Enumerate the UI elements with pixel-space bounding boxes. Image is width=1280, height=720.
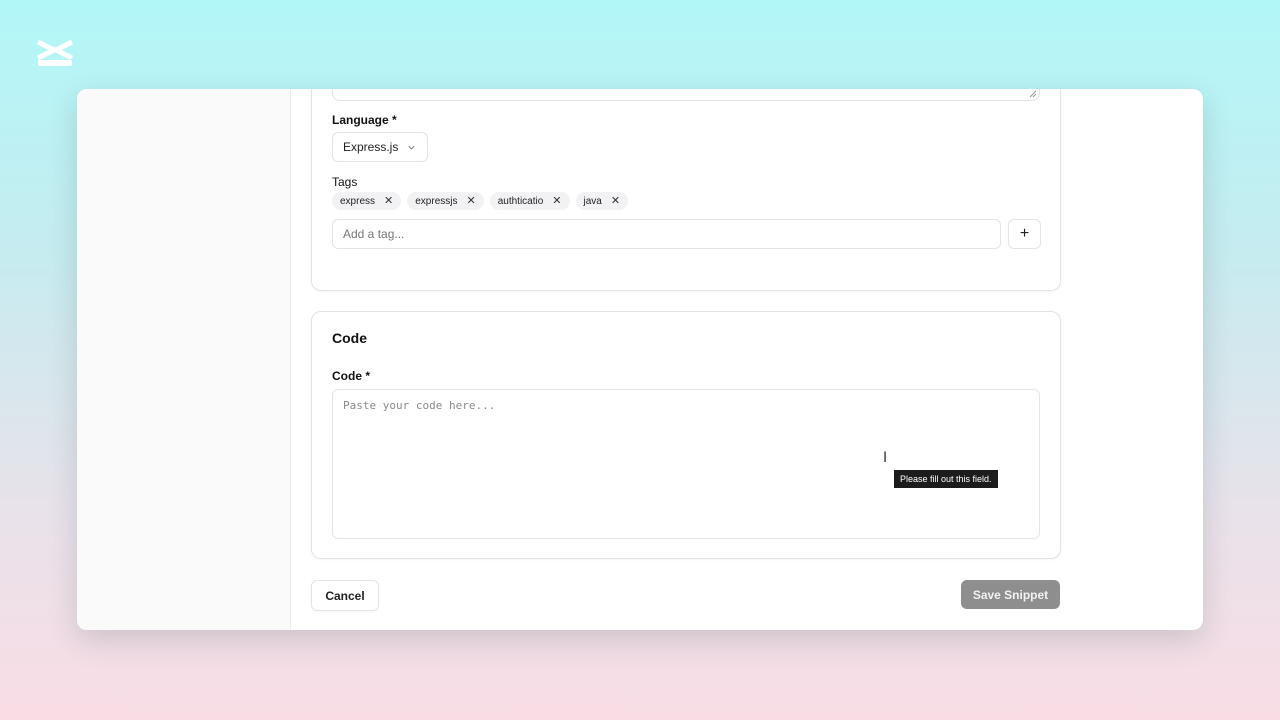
remove-tag-icon[interactable]: ✕	[611, 195, 620, 207]
cancel-button[interactable]: Cancel	[311, 580, 379, 611]
tag-label: authticatio	[497, 195, 544, 207]
chevron-down-icon	[408, 145, 415, 150]
tag-label: java	[583, 195, 602, 207]
tag-input[interactable]	[332, 219, 1001, 249]
language-label: Language *	[332, 113, 397, 127]
save-snippet-button[interactable]: Save Snippet	[961, 580, 1060, 609]
details-card: Language * Express.js Tags express ✕ expr…	[311, 89, 1061, 291]
tag-list: express ✕ expressjs ✕ authticatio ✕ java ✕	[332, 192, 629, 210]
app-window: Language * Express.js Tags express ✕ expr…	[77, 89, 1203, 630]
code-textarea[interactable]	[332, 389, 1040, 539]
tag-chip: express ✕	[332, 192, 402, 210]
remove-tag-icon[interactable]: ✕	[384, 195, 393, 207]
code-section-title: Code	[332, 330, 367, 346]
tag-chip: authticatio ✕	[489, 192, 570, 210]
sidebar	[77, 89, 291, 630]
capcut-logo-icon	[36, 39, 74, 66]
description-textarea[interactable]	[332, 89, 1040, 101]
tag-chip: java ✕	[575, 192, 629, 210]
resize-handle-icon[interactable]	[1029, 90, 1037, 98]
tag-chip: expressjs ✕	[407, 192, 484, 210]
tag-label: express	[340, 195, 376, 207]
remove-tag-icon[interactable]: ✕	[466, 195, 475, 207]
code-label: Code *	[332, 369, 371, 383]
code-card: Code Code *	[311, 311, 1061, 559]
validation-tooltip: Please fill out this field.	[894, 470, 998, 488]
tag-label: expressjs	[415, 195, 458, 207]
language-select[interactable]: Express.js	[332, 132, 428, 162]
tags-label: Tags	[332, 175, 358, 189]
text-cursor-icon: I	[883, 450, 888, 466]
remove-tag-icon[interactable]: ✕	[552, 195, 561, 207]
language-select-value: Express.js	[343, 140, 399, 154]
add-tag-button[interactable]: +	[1008, 219, 1041, 249]
